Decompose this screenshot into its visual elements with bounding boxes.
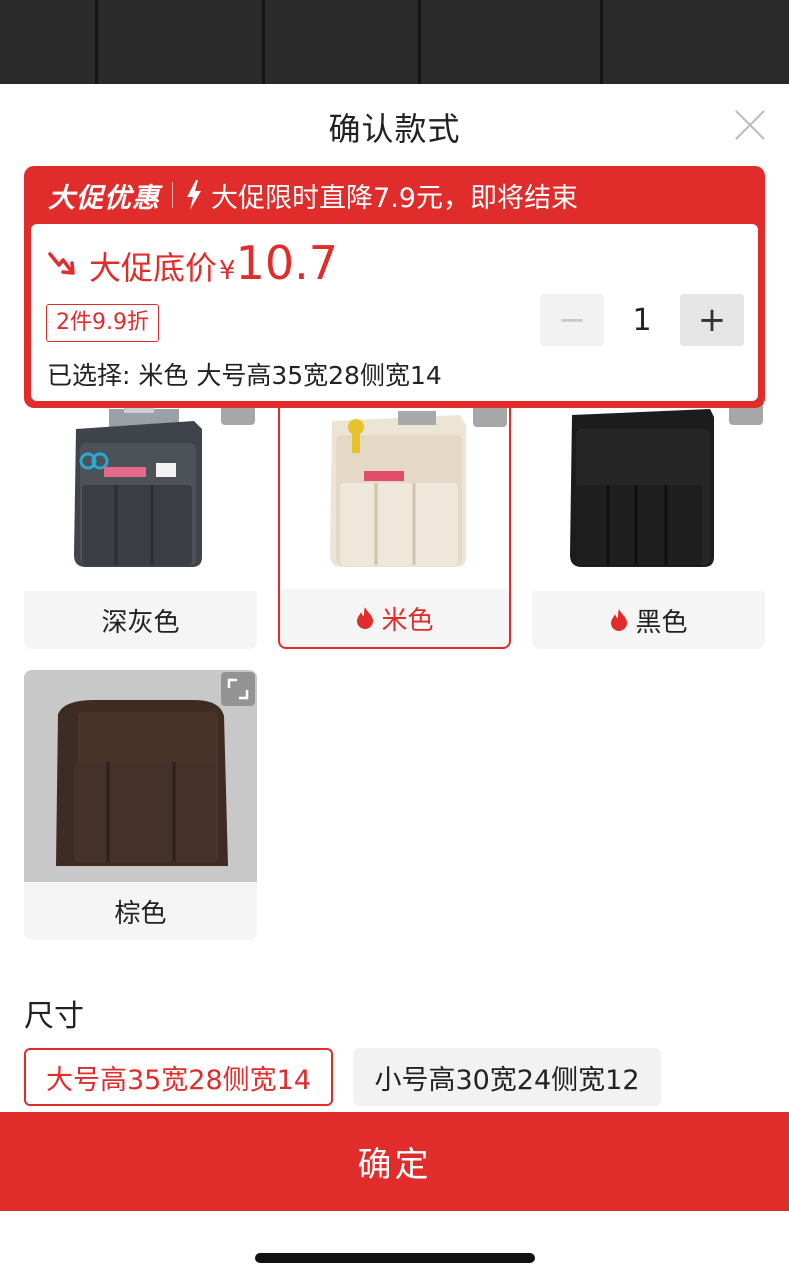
- color-option-dark-gray[interactable]: 深灰色: [24, 389, 257, 649]
- color-option-beige[interactable]: 米色: [278, 389, 511, 649]
- sheet-title: 确认款式: [328, 110, 461, 148]
- home-indicator: [255, 1253, 535, 1263]
- color-option-label: 米色: [280, 589, 509, 647]
- currency-symbol: ¥: [219, 256, 236, 286]
- price-down-icon: [48, 252, 75, 275]
- promo-tag: 大促优惠: [48, 182, 160, 214]
- promo-price: 大促底价 ¥ 10.7: [47, 236, 338, 290]
- style-picker-sheet: 确认款式 大促优惠 大促限时直降7.9元，即将结束 大促底价 ¥ 10.7 2件…: [0, 84, 789, 1280]
- decrease-button[interactable]: −: [540, 294, 604, 346]
- color-option-black[interactable]: 黑色: [532, 389, 765, 649]
- color-option-label: 黑色: [532, 591, 765, 649]
- color-option-label: 深灰色: [101, 607, 180, 638]
- price-value: 10.7: [235, 236, 338, 290]
- promo-banner: 大促优惠 大促限时直降7.9元，即将结束 大促底价 ¥ 10.7 2件9.9折 …: [24, 166, 765, 408]
- price-panel: 大促底价 ¥ 10.7 2件9.9折 已选择: 米色 大号高35宽28侧宽14 …: [31, 224, 758, 401]
- quantity-value: 1: [632, 302, 652, 338]
- quantity-stepper: − 1 +: [540, 294, 744, 346]
- size-option-small[interactable]: 小号高30宽24侧宽12: [353, 1048, 661, 1106]
- expand-icon[interactable]: [221, 672, 255, 706]
- promo-divider: [172, 182, 173, 208]
- fullscreen-icon: [227, 678, 249, 700]
- size-option-large[interactable]: 大号高35宽28侧宽14: [24, 1048, 333, 1106]
- promo-header: 大促优惠 大促限时直降7.9元，即将结束: [48, 176, 578, 214]
- hot-flame-icon: [611, 609, 628, 631]
- confirm-button[interactable]: 确定: [0, 1112, 789, 1211]
- price-label: 大促底价: [89, 249, 218, 287]
- hot-flame-icon: [357, 607, 374, 629]
- promo-message: 大促限时直降7.9元，即将结束: [211, 182, 578, 214]
- lightning-icon: [187, 180, 201, 210]
- color-option-brown[interactable]: 棕色: [24, 670, 257, 940]
- selected-summary: 已选择: 米色 大号高35宽28侧宽14: [47, 361, 442, 390]
- size-section-title: 尺寸: [24, 999, 84, 1034]
- color-option-label: 棕色: [114, 898, 167, 929]
- discount-badge: 2件9.9折: [46, 304, 159, 342]
- close-icon[interactable]: [733, 108, 767, 142]
- increase-button[interactable]: +: [680, 294, 744, 346]
- background-product-image: [0, 0, 789, 84]
